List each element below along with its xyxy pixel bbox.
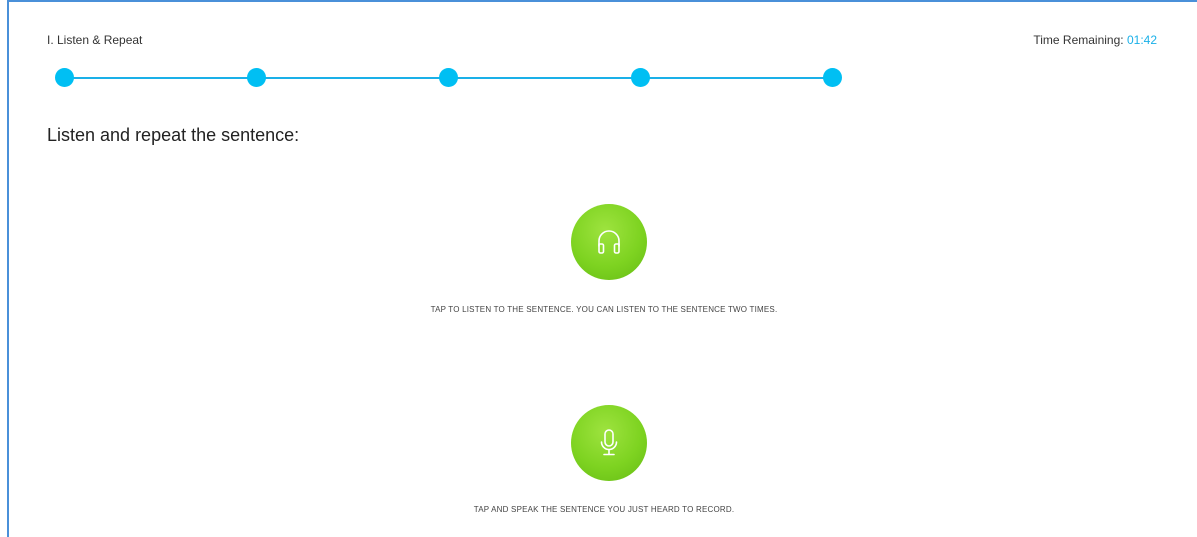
microphone-icon: [600, 429, 618, 456]
progress-stepper: [55, 68, 842, 88]
listen-button[interactable]: [571, 204, 647, 280]
section-title: I. Listen & Repeat: [47, 33, 143, 47]
instruction-text: Listen and repeat the sentence:: [47, 125, 300, 145]
time-remaining: Time Remaining: 01:42: [1033, 32, 1157, 48]
listen-hint: TAP TO LISTEN TO THE SENTENCE. YOU CAN L…: [430, 305, 778, 314]
task-panel: I. Listen & Repeat Time Remaining: 01:42…: [7, 0, 1197, 537]
progress-step-5: [823, 68, 842, 87]
timer-label: Time Remaining:: [1033, 33, 1124, 47]
progress-step-2: [247, 68, 266, 87]
headphones-icon: [598, 230, 620, 254]
record-button[interactable]: [571, 405, 647, 481]
record-hint: TAP AND SPEAK THE SENTENCE YOU JUST HEAR…: [473, 505, 735, 514]
progress-step-3: [439, 68, 458, 87]
progress-step-4: [631, 68, 650, 87]
progress-step-1: [55, 68, 74, 87]
timer-value: 01:42: [1126, 33, 1157, 47]
